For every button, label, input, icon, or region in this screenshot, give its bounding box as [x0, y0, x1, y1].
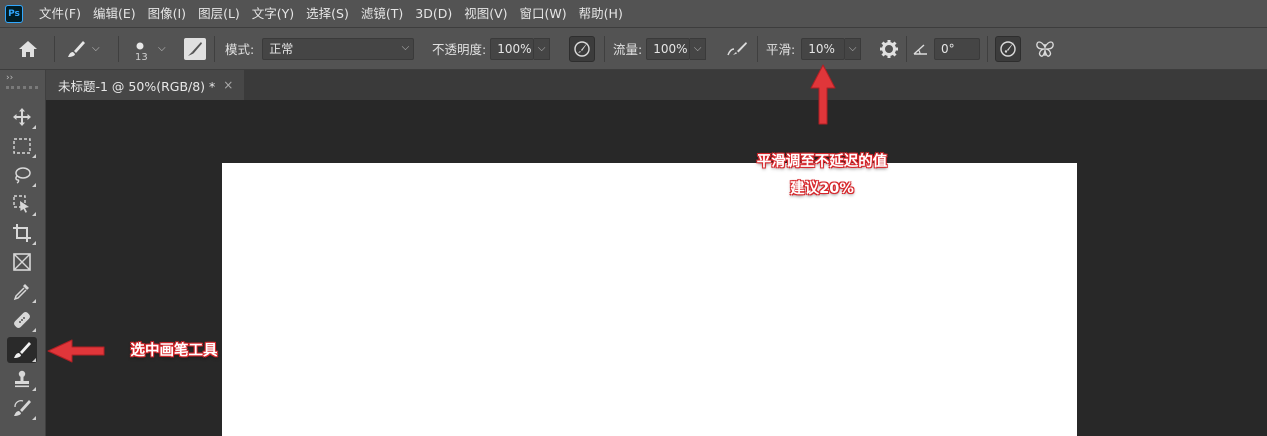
triangle-up-icon — [12, 431, 32, 436]
tools-panel: ›› — [0, 70, 46, 436]
move-tool[interactable] — [7, 104, 37, 130]
chevron-down-icon: ⌵ — [158, 43, 166, 54]
chevron-down-icon: ⌵ — [92, 43, 100, 54]
smoothing-options-button[interactable] — [876, 36, 902, 62]
object-selection-tool[interactable] — [7, 191, 37, 217]
smoothing-annotation-line2: 建议20% — [790, 181, 854, 197]
brush-icon — [68, 40, 85, 57]
opacity-input[interactable]: 100% — [490, 37, 535, 60]
angle-icon — [913, 43, 927, 55]
panel-grip[interactable] — [6, 86, 38, 89]
photoshop-logo-icon: Ps — [5, 4, 23, 23]
flow-value: 100% — [653, 41, 688, 56]
chevron-down-icon: ⌵ — [401, 41, 410, 53]
chevron-down-icon: ⌵ — [693, 43, 702, 54]
menu-file[interactable]: 文件(F) — [33, 0, 87, 27]
home-icon — [19, 40, 37, 57]
symmetry-button[interactable] — [1032, 36, 1058, 62]
menu-bar: Ps 文件(F) 编辑(E) 图像(I) 图层(L) 文字(Y) 选择(S) 滤… — [0, 0, 1267, 27]
smoothing-annotation: 平滑调至不延迟的值 建议20% — [735, 151, 909, 201]
options-bar: ⌵ ⌵ 13 模式: 正常 ⌵ 不透明度: 100% ⌵ 流量: 100% ⌵ … — [0, 27, 1267, 70]
smoothing-value: 10% — [808, 41, 835, 56]
menu-image[interactable]: 图像(I) — [142, 0, 192, 27]
pressure-opacity-button[interactable] — [569, 35, 595, 62]
opacity-value: 100% — [497, 41, 532, 56]
blend-mode-select[interactable]: 正常 ⌵ — [262, 37, 415, 60]
close-icon[interactable]: × — [223, 78, 233, 92]
opacity-dropdown[interactable]: ⌵ — [534, 37, 551, 60]
panel-collapse-icon[interactable]: ›› — [6, 73, 36, 83]
frame-tool[interactable] — [7, 249, 37, 275]
document-tab[interactable]: 未标题-1 @ 50%(RGB/8) * × — [46, 70, 244, 100]
brush-icon — [14, 342, 31, 358]
menu-window[interactable]: 窗口(W) — [514, 0, 573, 27]
crop-icon — [13, 224, 31, 242]
home-button[interactable] — [18, 28, 38, 69]
menu-edit[interactable]: 编辑(E) — [87, 0, 142, 27]
lasso-icon — [15, 167, 31, 184]
stamp-tool[interactable] — [7, 366, 37, 392]
smoothing-label: 平滑: — [766, 42, 796, 57]
airbrush-button[interactable] — [724, 36, 750, 62]
gear-icon — [880, 39, 898, 58]
document-tab-bar: 未标题-1 @ 50%(RGB/8) * × — [46, 70, 1267, 100]
eyedropper-icon — [13, 284, 29, 301]
blend-mode-value: 正常 — [269, 42, 294, 56]
healing-tool[interactable] — [7, 307, 37, 333]
pressure-size-button[interactable] — [995, 35, 1021, 62]
pen-pressure-size-icon — [1000, 40, 1016, 57]
crop-tool[interactable] — [7, 220, 37, 246]
clone-stamp-icon — [15, 370, 29, 388]
menu-3d[interactable]: 3D(D) — [409, 0, 458, 27]
chevron-down-icon: ⌵ — [537, 43, 546, 54]
rectangle-marquee-icon — [13, 138, 31, 154]
smoothing-input[interactable]: 10% — [801, 37, 846, 60]
brush-panel-icon — [184, 37, 206, 60]
airbrush-icon — [727, 41, 747, 55]
menu-view[interactable]: 视图(V) — [458, 0, 513, 27]
menu-type[interactable]: 文字(Y) — [246, 0, 300, 27]
eyedropper-tool[interactable] — [7, 278, 37, 304]
lasso-tool[interactable] — [7, 162, 37, 188]
flow-input[interactable]: 100% — [646, 37, 691, 60]
chevron-down-icon: ⌵ — [848, 43, 857, 54]
brush-annotation: 选中画笔工具 — [130, 343, 218, 359]
butterfly-icon — [1036, 40, 1054, 57]
document-tab-title: 未标题-1 @ 50%(RGB/8) * — [58, 78, 216, 94]
history-brush-tool[interactable] — [7, 395, 37, 421]
mode-label: 模式: — [225, 42, 255, 57]
next-tool[interactable] — [7, 424, 37, 436]
move-icon — [13, 108, 31, 126]
brush-settings-toggle[interactable] — [184, 28, 206, 69]
menu-filter[interactable]: 滤镜(T) — [355, 0, 409, 27]
marquee-tool[interactable] — [7, 133, 37, 159]
angle-value: 0° — [941, 41, 955, 56]
history-brush-icon — [14, 400, 31, 416]
pen-pressure-icon — [574, 40, 590, 57]
opacity-label: 不透明度: — [432, 42, 487, 57]
menu-select[interactable]: 选择(S) — [300, 0, 355, 27]
angle-input[interactable]: 0° — [934, 37, 980, 60]
document-canvas[interactable] — [222, 163, 1077, 436]
frame-icon — [13, 253, 31, 271]
brush-size-label: 13 — [135, 52, 148, 63]
flow-label: 流量: — [613, 42, 643, 57]
menu-help[interactable]: 帮助(H) — [573, 0, 629, 27]
smoothing-annotation-line1: 平滑调至不延迟的值 — [756, 154, 888, 170]
brush-preset-button[interactable]: ⌵ — [66, 28, 100, 69]
flow-dropdown[interactable]: ⌵ — [690, 37, 707, 60]
smoothing-dropdown[interactable]: ⌵ — [845, 37, 862, 60]
object-selection-icon — [13, 195, 29, 213]
workspace[interactable] — [46, 100, 1267, 436]
brush-tool[interactable] — [7, 337, 37, 363]
bandage-icon — [14, 312, 30, 328]
menu-layer[interactable]: 图层(L) — [192, 0, 246, 27]
